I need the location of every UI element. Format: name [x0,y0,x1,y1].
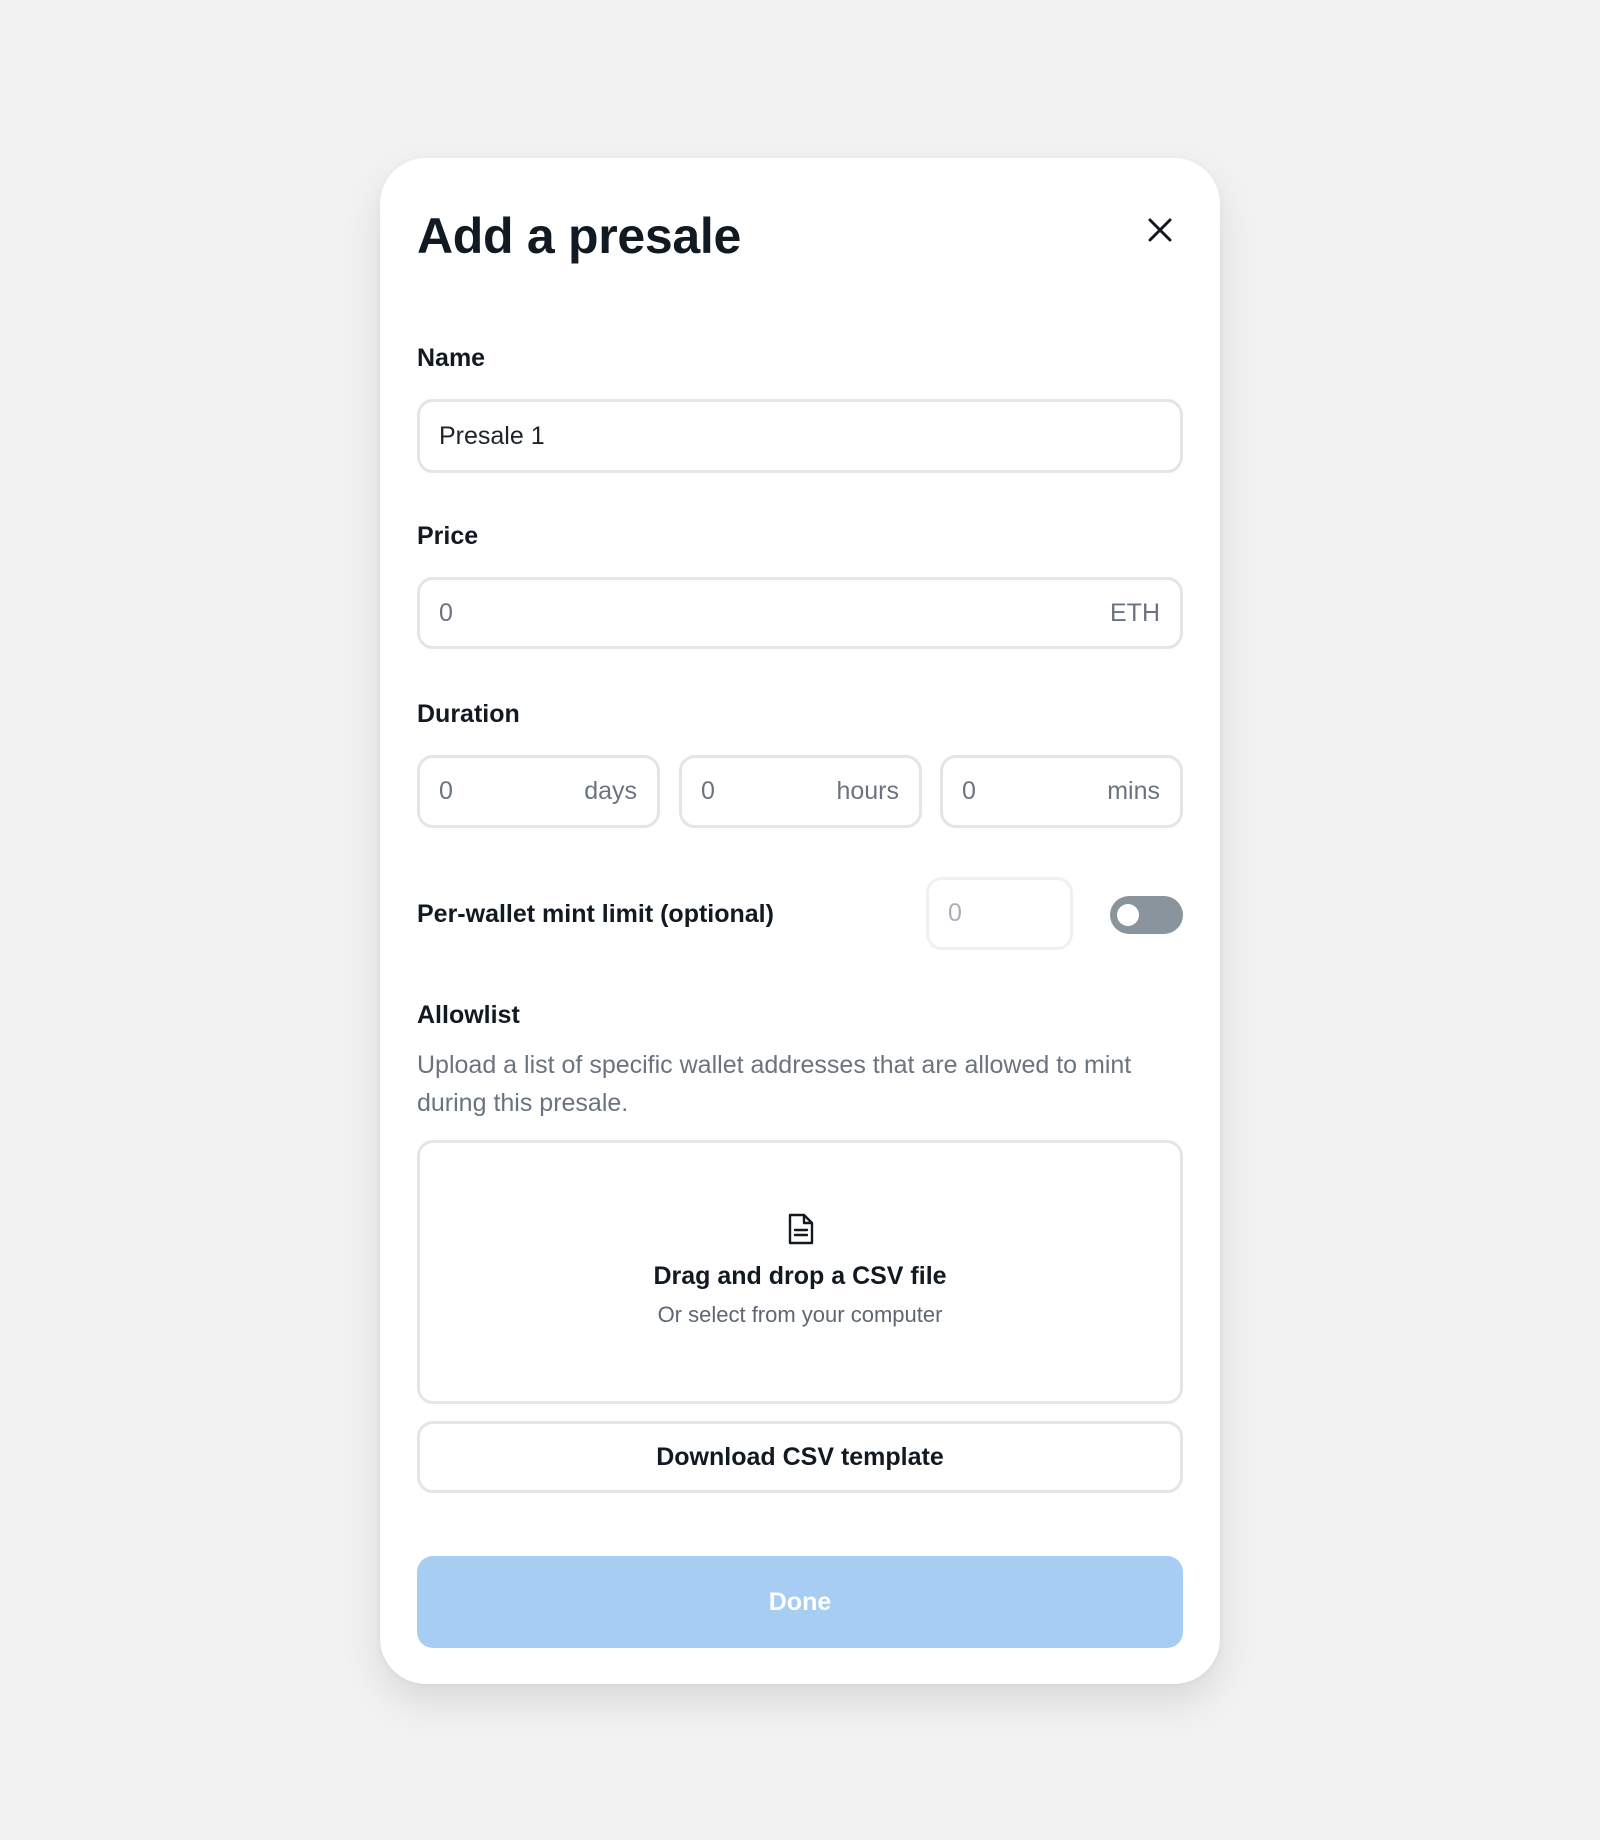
price-input[interactable]: 0 ETH [417,577,1183,649]
mint-limit-label: Per-wallet mint limit (optional) [417,900,774,928]
close-icon [1148,218,1172,242]
dropzone-title: Drag and drop a CSV file [653,1262,947,1290]
modal-title: Add a presale [417,208,742,264]
name-label: Name [417,344,486,372]
mint-limit-input[interactable]: 0 [926,877,1073,950]
add-presale-modal: Add a presale Name Presale 1 Price 0 ETH… [380,158,1220,1684]
document-icon [788,1213,814,1245]
allowlist-label: Allowlist [417,1001,520,1029]
mint-limit-value: 0 [948,899,962,927]
csv-dropzone[interactable]: Drag and drop a CSV file Or select from … [417,1140,1183,1404]
close-button[interactable] [1138,208,1182,252]
price-label: Price [417,522,479,550]
duration-days-unit: days [584,777,637,805]
mint-limit-toggle[interactable] [1110,896,1183,934]
done-button[interactable]: Done [417,1556,1183,1648]
allowlist-description: Upload a list of specific wallet address… [417,1051,1132,1117]
duration-mins-unit: mins [1107,777,1160,805]
name-input[interactable]: Presale 1 [417,399,1183,473]
duration-hours-unit: hours [836,777,899,805]
price-unit: ETH [1110,598,1160,627]
toggle-knob [1117,904,1139,926]
duration-days-input[interactable]: 0 days [417,755,660,828]
duration-hours-input[interactable]: 0 hours [679,755,922,828]
download-csv-template-button[interactable]: Download CSV template [417,1421,1183,1493]
duration-mins-input[interactable]: 0 mins [940,755,1183,828]
dropzone-subtitle: Or select from your computer [657,1302,943,1327]
duration-label: Duration [417,700,520,728]
duration-days-value: 0 [439,777,453,805]
name-input-value: Presale 1 [439,421,545,450]
duration-hours-value: 0 [701,777,715,805]
price-input-value: 0 [439,598,453,627]
duration-mins-value: 0 [962,777,976,805]
